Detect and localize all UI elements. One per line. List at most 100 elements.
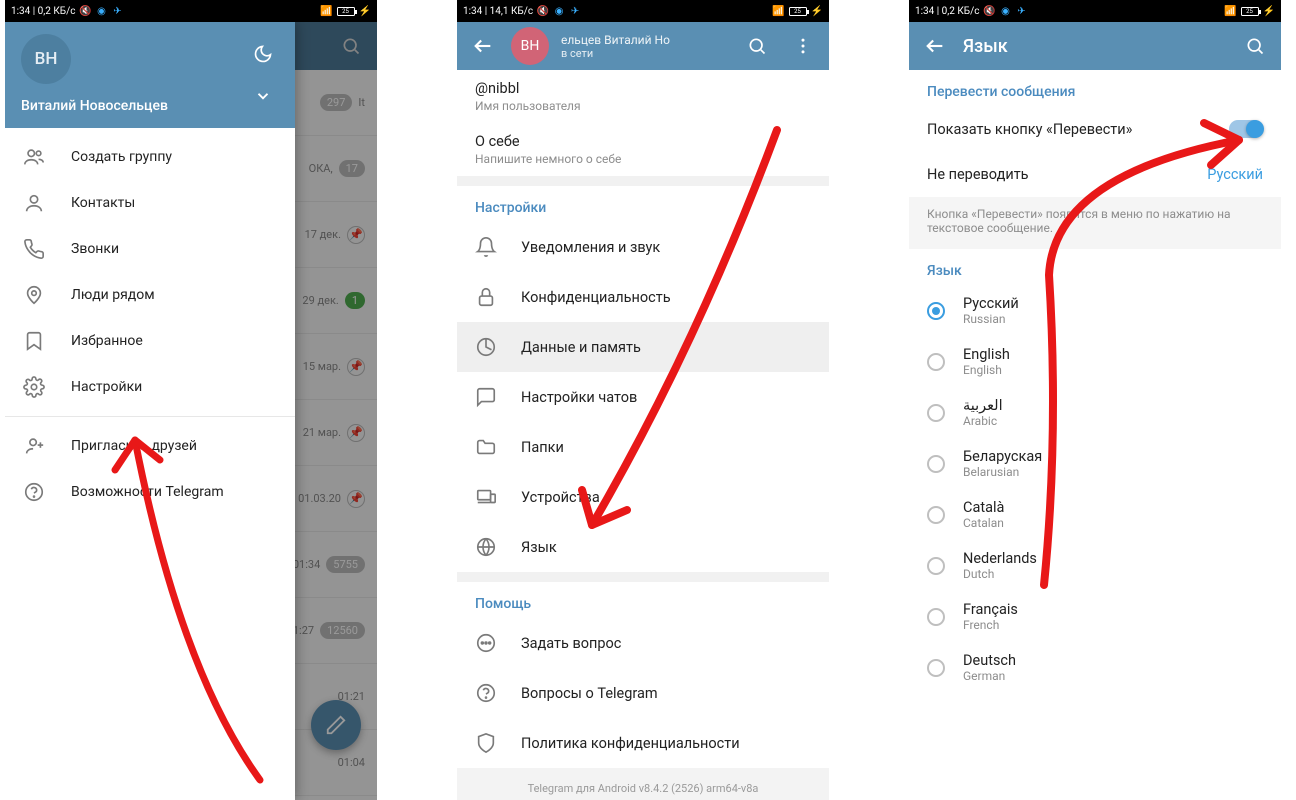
drawer-item-calls[interactable]: Звонки (5, 226, 295, 272)
radio-icon (927, 608, 945, 626)
language-item[interactable]: Deutsch German (909, 642, 1281, 693)
language-name: Nederlands (963, 550, 1037, 567)
status-time: 1:34 | 14,1 КБ/с (463, 6, 533, 17)
language-item[interactable]: Français French (909, 591, 1281, 642)
nearby-icon (23, 284, 45, 306)
page-title: Язык (963, 36, 1227, 57)
phone-icon (23, 238, 45, 260)
setting-chat[interactable]: Настройки чатов (457, 372, 829, 422)
switch-on[interactable] (1229, 120, 1263, 138)
section-translate: Перевести сообщения (909, 70, 1281, 106)
help-faq[interactable]: Вопросы о Telegram (457, 668, 829, 718)
devices-icon (475, 486, 497, 508)
language-sub: Catalan (963, 516, 1004, 530)
compose-fab[interactable] (311, 700, 361, 750)
drawer-item-saved[interactable]: Избранное (5, 318, 295, 364)
app-icon: ◉ (95, 5, 107, 17)
telegram-icon: ✈ (111, 5, 123, 17)
language-item[interactable]: Català Catalan (909, 489, 1281, 540)
theme-toggle-icon[interactable] (245, 36, 281, 72)
phone-1-drawer: 1:34 | 0,2 КБ/с 🔇 ◉ ✈ 📶 25 ⚡ ☰ 297It ОКА… (5, 0, 377, 800)
section-title-help: Помощь (457, 582, 829, 618)
language-sub: Belarusian (963, 465, 1042, 479)
drawer-item-create-group[interactable]: Создать группу (5, 134, 295, 180)
drawer-label: Возможности Telegram (71, 484, 224, 500)
language-sub: German (963, 669, 1016, 683)
language-name: English (963, 346, 1010, 363)
question-icon (475, 682, 497, 704)
language-item[interactable]: العربية Arabic (909, 387, 1281, 438)
battery-icon: 25 (1241, 7, 1259, 16)
drawer-item-invite[interactable]: Пригласить друзей (5, 423, 295, 469)
drawer-item-contacts[interactable]: Контакты (5, 180, 295, 226)
status-time: 1:34 | 0,2 КБ/с (915, 6, 979, 17)
radio-icon (927, 557, 945, 575)
pin-icon: 📌 (347, 226, 365, 244)
setting-language[interactable]: Язык (457, 522, 829, 572)
header-status: в сети (561, 47, 670, 60)
show-translate-toggle[interactable]: Показать кнопку «Перевести» (909, 106, 1281, 152)
drawer-label: Избранное (71, 333, 143, 349)
drawer-label: Пригласить друзей (71, 438, 197, 454)
radio-icon (927, 302, 945, 320)
status-bar: 1:34 | 14,1 КБ/с 🔇 ◉ ✈ 📶 25 ⚡ (457, 0, 829, 22)
shield-icon (475, 732, 497, 754)
dont-translate-value: Русский (1207, 166, 1263, 183)
search-icon[interactable] (739, 28, 775, 64)
section-title-settings: Настройки (457, 186, 829, 222)
setting-notifications[interactable]: Уведомления и звук (457, 222, 829, 272)
setting-devices[interactable]: Устройства (457, 472, 829, 522)
charge-icon: ⚡ (359, 6, 371, 17)
search-icon[interactable] (1237, 28, 1273, 64)
username-row[interactable]: @nibbl Имя пользователя (457, 70, 829, 123)
header-profile[interactable]: ВН ельцев Виталий Но в сети (511, 27, 729, 65)
app-icon: ◉ (999, 5, 1011, 17)
drawer-user-name: Виталий Новосельцев (21, 98, 279, 114)
navigation-drawer: ВН Виталий Новосельцев Создать группу Ко… (5, 22, 295, 800)
about-row[interactable]: О себе Напишите немного о себе (457, 123, 829, 176)
language-item[interactable]: Беларуская Belarusian (909, 438, 1281, 489)
language-name: العربية (963, 397, 1003, 414)
dont-translate-row[interactable]: Не переводить Русский (909, 152, 1281, 197)
version-text: Telegram для Android v8.4.2 (2526) arm64… (457, 768, 829, 800)
language-sub: Arabic (963, 414, 1003, 428)
drawer-item-settings[interactable]: Настройки (5, 364, 295, 410)
help-ask[interactable]: Задать вопрос (457, 618, 829, 668)
back-icon[interactable] (917, 28, 953, 64)
divider (5, 416, 295, 417)
header-name: ельцев Виталий Но (561, 33, 670, 47)
language-name: Deutsch (963, 652, 1016, 669)
back-icon[interactable] (465, 28, 501, 64)
language-name: Русский (963, 295, 1019, 312)
setting-data[interactable]: Данные и память (457, 322, 829, 372)
pin-icon: 📌 (347, 358, 365, 376)
net-icon: 📶 (773, 5, 785, 17)
mute-icon: 🔇 (79, 5, 91, 17)
drawer-label: Создать группу (71, 149, 172, 165)
settings-scroll[interactable]: @nibbl Имя пользователя О себе Напишите … (457, 70, 829, 800)
charge-icon: ⚡ (1263, 6, 1275, 17)
net-icon: 📶 (1225, 5, 1237, 17)
avatar[interactable]: ВН (21, 34, 71, 84)
folder-icon (475, 436, 497, 458)
data-icon (475, 336, 497, 358)
radio-icon (927, 506, 945, 524)
language-item[interactable]: English English (909, 336, 1281, 387)
language-item[interactable]: Русский Russian (909, 285, 1281, 336)
language-list: Русский Russian English English العربية … (909, 285, 1281, 693)
language-scroll[interactable]: Перевести сообщения Показать кнопку «Пер… (909, 70, 1281, 800)
language-item[interactable]: Nederlands Dutch (909, 540, 1281, 591)
drawer-item-features[interactable]: Возможности Telegram (5, 469, 295, 515)
setting-privacy[interactable]: Конфиденциальность (457, 272, 829, 322)
radio-icon (927, 353, 945, 371)
language-name: Беларуская (963, 448, 1042, 465)
chat-icon (475, 386, 497, 408)
language-sub: French (963, 618, 1018, 632)
setting-folders[interactable]: Папки (457, 422, 829, 472)
gear-icon (23, 376, 45, 398)
language-sub: English (963, 363, 1010, 377)
more-icon[interactable] (785, 28, 821, 64)
help-policy[interactable]: Политика конфиденциальности (457, 718, 829, 768)
drawer-item-people-nearby[interactable]: Люди рядом (5, 272, 295, 318)
chevron-down-icon[interactable] (245, 78, 281, 114)
